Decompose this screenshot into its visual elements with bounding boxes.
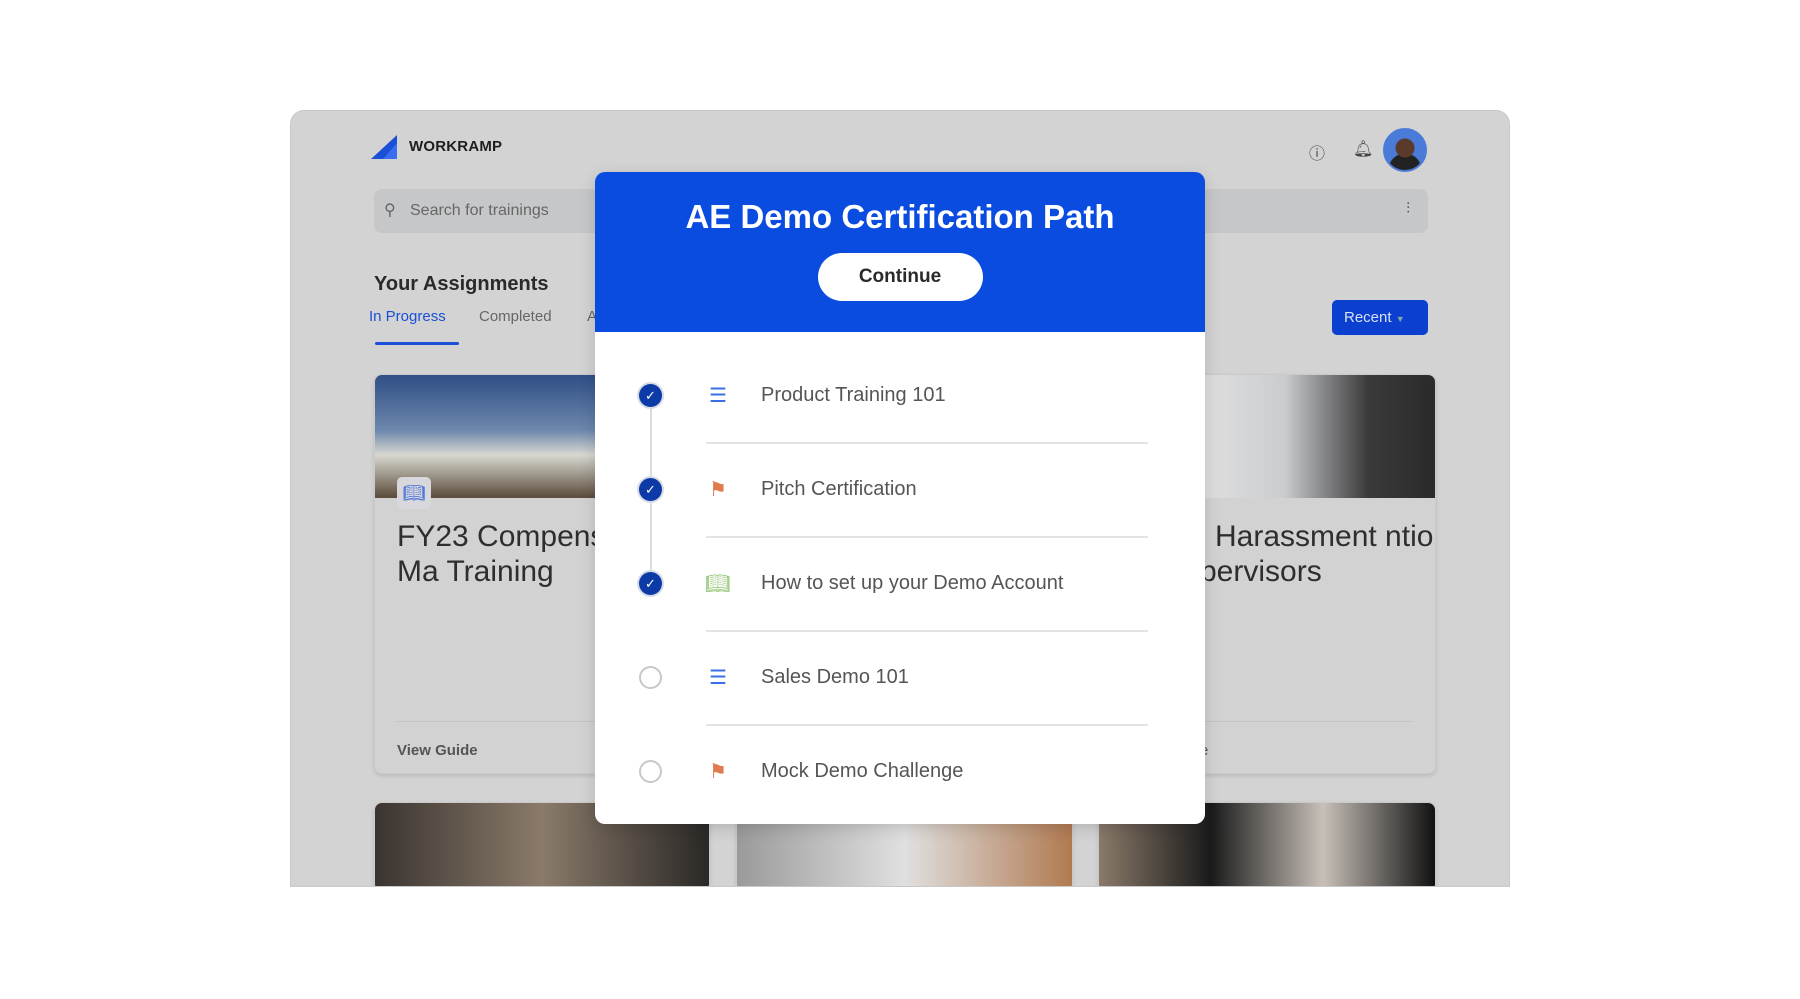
divider <box>706 724 1148 726</box>
chevron-down-icon: ▼ <box>1395 314 1405 324</box>
sort-dropdown[interactable]: Recent ▼ <box>1332 300 1428 335</box>
path-item-label: Product Training 101 <box>761 384 946 406</box>
section-heading: Your Assignments <box>374 273 549 295</box>
divider <box>706 536 1148 538</box>
continue-button[interactable]: Continue <box>817 253 983 301</box>
card-action[interactable]: View Guide <box>397 742 478 759</box>
path-item-label: How to set up your Demo Account <box>761 572 1064 594</box>
divider <box>706 630 1148 632</box>
avatar[interactable] <box>1383 128 1427 172</box>
path-item-label: Mock Demo Challenge <box>761 760 964 782</box>
certification-path-modal: AE Demo Certification Path Continue ✓ ☰ … <box>595 172 1205 824</box>
sort-label: Recent <box>1344 309 1392 326</box>
bell-icon[interactable]: 🔔︎ <box>1353 139 1373 159</box>
path-item-label: Pitch Certification <box>761 478 917 500</box>
path-item[interactable]: ✓ ⚑ Pitch Certification <box>595 478 1205 584</box>
book-icon: 📖︎ <box>397 477 431 509</box>
list-icon: ☰ <box>709 667 727 689</box>
flag-icon: ⚑ <box>709 479 727 501</box>
search-placeholder: Search for trainings <box>410 202 549 219</box>
modal-title: AE Demo Certification Path <box>685 198 1115 235</box>
empty-circle-icon <box>639 666 662 689</box>
path-item[interactable]: ✓ 📖︎ How to set up your Demo Account <box>595 572 1205 678</box>
card-title: l Harassment ntion Training pervisors <box>1200 520 1435 588</box>
path-item[interactable]: ✓ ☰ Product Training 101 <box>595 384 1205 490</box>
tab-completed[interactable]: Completed <box>479 308 552 325</box>
flag-icon: ⚑ <box>709 761 727 783</box>
divider <box>706 442 1148 444</box>
path-item-label: Sales Demo 101 <box>761 666 909 688</box>
brand-name: WORKRAMP <box>409 138 503 155</box>
list-icon: ☰ <box>709 385 727 407</box>
path-item[interactable]: ☰ Sales Demo 101 <box>595 666 1205 772</box>
workramp-logo-icon <box>371 135 397 159</box>
check-circle-icon: ✓ <box>639 572 662 595</box>
path-item[interactable]: ⚑ Mock Demo Challenge <box>595 760 1205 824</box>
book-icon: 📖︎ <box>705 573 731 595</box>
search-icon: ⚲ <box>384 202 396 219</box>
tab-in-progress[interactable]: In Progress <box>369 308 446 325</box>
check-circle-icon: ✓ <box>639 384 662 407</box>
filter-icon[interactable]: ⫶ <box>1406 200 1410 217</box>
modal-header: AE Demo Certification Path Continue <box>595 172 1205 332</box>
help-icon[interactable]: ⓘ <box>1309 140 1325 164</box>
check-circle-icon: ✓ <box>639 478 662 501</box>
empty-circle-icon <box>639 760 662 783</box>
active-tab-indicator <box>375 342 459 345</box>
